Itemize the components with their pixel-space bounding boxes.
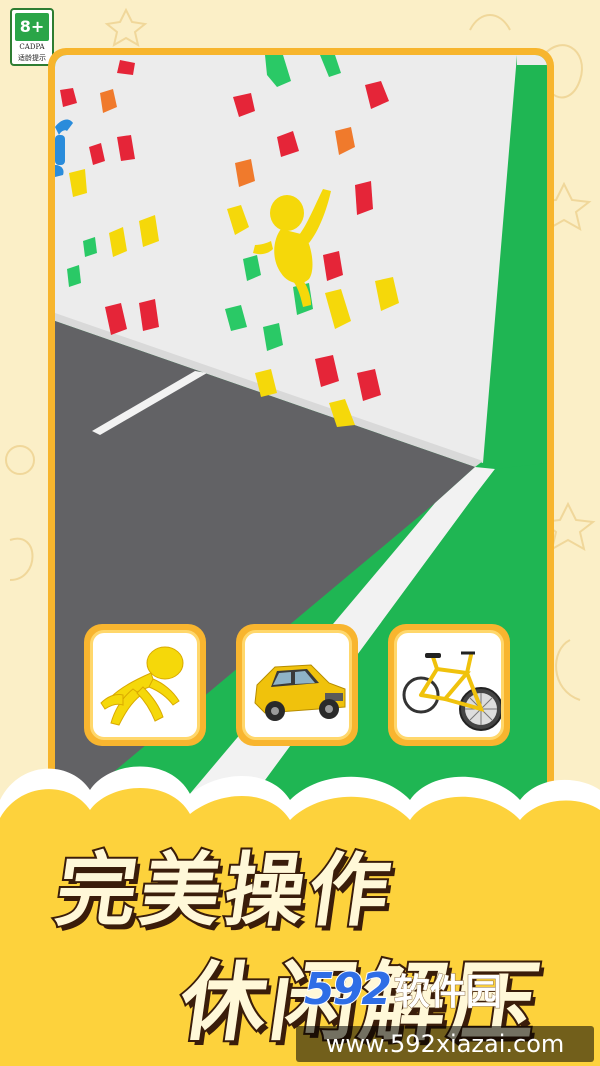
yellow-bicycle-icon [402,651,501,731]
watermark-logo: 592 软件园 [303,963,594,1016]
mode-card-runner[interactable] [84,624,206,746]
watermark-digits: 592 [303,963,393,1016]
age-rating-org: CADPA [19,43,45,51]
mode-card-car[interactable] [236,624,358,746]
mode-card-bike[interactable] [388,624,510,746]
watermark-text: 软件园 [393,972,502,1014]
age-rating-label: 8+ [15,13,49,41]
watermark-url: www.592xiazai.com [296,1026,594,1062]
yellow-stickman-runner-icon [100,646,184,726]
age-rating-tip: 适龄提示 [18,54,46,62]
age-rating-badge: 8+ CADPA 适龄提示 [10,8,54,66]
slogan-line-1: 完美操作 [49,842,402,939]
yellow-car-icon [254,664,346,721]
